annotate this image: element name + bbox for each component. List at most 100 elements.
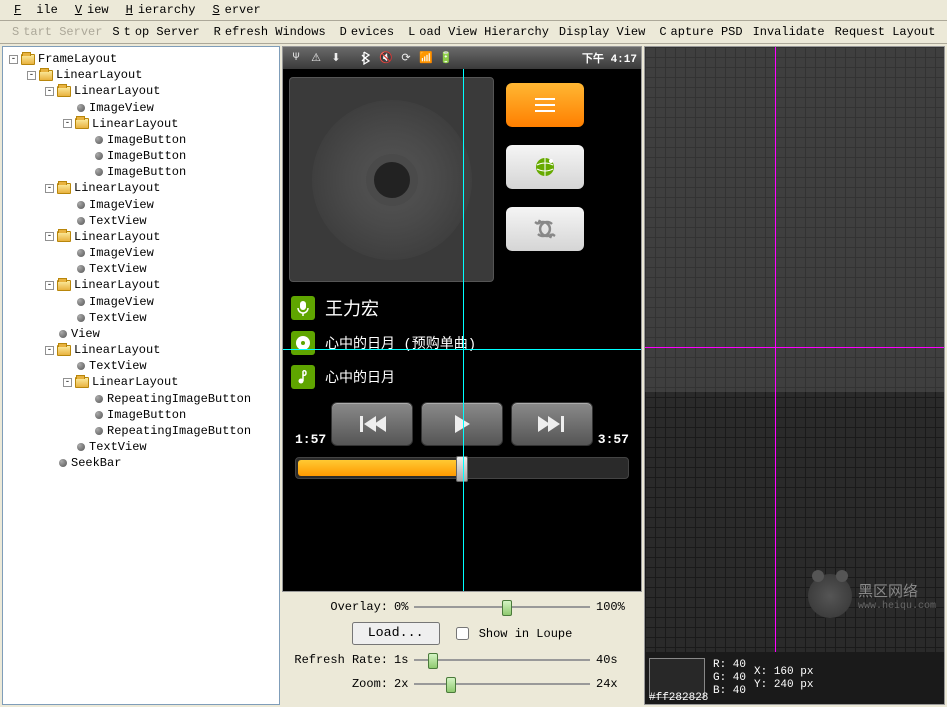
tree-item[interactable]: View [45, 326, 275, 342]
folder-icon [75, 377, 89, 388]
folder-icon [39, 70, 53, 81]
refresh-slider[interactable] [414, 651, 590, 669]
time-elapsed: 1:57 [295, 432, 326, 447]
load-button[interactable]: Load... [352, 622, 440, 645]
menu-hierarchy[interactable]: Hierarchy [116, 2, 201, 18]
tree-label: LinearLayout [74, 278, 160, 292]
tree-item[interactable]: ImageView [63, 100, 275, 116]
shuffle-button[interactable] [506, 207, 584, 251]
tree-item[interactable]: TextView [63, 439, 275, 455]
tree-item[interactable]: -LinearLayout-LinearLayoutImageView-Line… [27, 67, 275, 471]
tree-label: LinearLayout [74, 181, 160, 195]
node-icon [95, 427, 103, 435]
crosshair-horizontal [283, 349, 641, 350]
seek-bar[interactable] [295, 457, 629, 479]
tree-label: TextView [89, 359, 147, 373]
battery-icon: 🔋 [437, 50, 455, 66]
watermark-icon [808, 574, 852, 618]
loupe-crosshair-h [645, 347, 944, 348]
tree-item[interactable]: -LinearLayoutImageViewTextView [45, 229, 275, 278]
tree-item[interactable]: SeekBar [45, 455, 275, 471]
tree-label: ImageButton [107, 165, 186, 179]
start-server-button[interactable]: Start Server [4, 24, 106, 40]
tree-item[interactable]: ImageButton [81, 164, 275, 180]
readout-hex: #ff282828 [649, 692, 708, 704]
tree-toggle[interactable]: - [45, 232, 54, 241]
tree-toggle[interactable]: - [63, 378, 72, 387]
tree-label: LinearLayout [74, 343, 160, 357]
node-icon [77, 298, 85, 306]
tree-item[interactable]: ImageButton [81, 407, 275, 423]
tree-item[interactable]: RepeatingImageButton [81, 391, 275, 407]
tree-item[interactable]: -FrameLayout-LinearLayout-LinearLayoutIm… [9, 51, 275, 471]
tree-item[interactable]: RepeatingImageButton [81, 423, 275, 439]
refresh-windows-button[interactable]: Refresh Windows [206, 24, 330, 40]
status-time: 下午 4:17 [582, 50, 637, 66]
display-view-button[interactable]: Display View [555, 24, 649, 40]
tree-item[interactable]: ImageButton [81, 132, 275, 148]
zoom-label: Zoom: [292, 677, 388, 691]
usb-icon: Ψ [287, 50, 305, 66]
capture-psd-button[interactable]: Capture PSD [651, 24, 746, 40]
tree-toggle[interactable]: - [45, 87, 54, 96]
view-hierarchy-tree[interactable]: -FrameLayout-LinearLayout-LinearLayoutIm… [7, 51, 275, 471]
show-loupe-checkbox[interactable] [456, 627, 469, 640]
overlay-slider[interactable] [414, 598, 590, 616]
load-view-button[interactable]: Load View Hierarchy [400, 24, 553, 40]
tree-item[interactable]: TextView [63, 310, 275, 326]
tree-item[interactable]: - LinearLayout ImageViewTextView [45, 277, 275, 326]
folder-icon [57, 231, 71, 242]
stop-server-button[interactable]: Stop Server [108, 24, 203, 40]
node-icon [77, 104, 85, 112]
loupe-view[interactable]: 黑区网络www.heiqu.com [645, 47, 944, 652]
overlay-min: 0% [394, 600, 408, 614]
tree-toggle[interactable]: - [63, 119, 72, 128]
tree-label: ImageView [89, 246, 154, 260]
request-layout-button[interactable]: Request Layout [831, 24, 940, 40]
folder-icon [75, 118, 89, 129]
center-panel: Ψ ⚠ ⬇ 🔇 ⟳ 📶 🔋 下午 4:17 [282, 46, 642, 705]
readout-x: X: 160 px [754, 666, 813, 678]
node-icon [59, 330, 67, 338]
album-name: 心中的日月 (预购单曲) [325, 333, 476, 353]
tree-item[interactable]: TextView [63, 358, 275, 374]
tree-label: TextView [89, 214, 147, 228]
globe-button[interactable] [506, 145, 584, 189]
tree-item[interactable]: TextView [63, 213, 275, 229]
tree-toggle[interactable]: - [45, 184, 54, 193]
tree-item[interactable]: - LinearLayout ImageViewTextView [45, 180, 275, 229]
tree-item[interactable]: - LinearLayout TextView-LinearLayoutRepeat… [45, 342, 275, 455]
download-icon: ⬇ [327, 50, 345, 66]
folder-icon [21, 54, 35, 65]
tree-item[interactable]: - LinearLayout ImageView-LinearLayoutImage… [45, 83, 275, 180]
devices-button[interactable]: Devices [332, 24, 398, 40]
next-button[interactable] [511, 402, 593, 446]
invalidate-button[interactable]: Invalidate [749, 24, 829, 40]
tree-toggle[interactable]: - [27, 71, 36, 80]
tree-toggle[interactable]: - [9, 55, 18, 64]
readout-g: G: 40 [713, 672, 746, 684]
mute-icon: 🔇 [377, 50, 395, 66]
tree-item[interactable]: -LinearLayoutRepeatingImageButtonImageBu… [63, 374, 275, 439]
tree-toggle[interactable]: - [45, 346, 54, 355]
tree-label: LinearLayout [74, 84, 160, 98]
zoom-slider[interactable] [414, 675, 590, 693]
readout-b: B: 40 [713, 685, 746, 697]
menu-server[interactable]: Server [202, 2, 265, 18]
mic-icon [291, 296, 315, 320]
tree-item[interactable]: ImageView [63, 245, 275, 261]
tree-toggle[interactable]: - [45, 281, 54, 290]
menu-file[interactable]: File [4, 2, 63, 18]
tree-item[interactable]: -LinearLayoutImageButtonImageButtonImage… [63, 116, 275, 181]
time-total: 3:57 [598, 432, 629, 447]
tree-label: LinearLayout [56, 68, 142, 82]
menu-view[interactable]: View [65, 2, 114, 18]
tree-item[interactable]: ImageView [63, 197, 275, 213]
tree-item[interactable]: ImageButton [81, 148, 275, 164]
overlay-label: Overlay: [292, 600, 388, 614]
playlist-button[interactable] [506, 83, 584, 127]
tree-item[interactable]: TextView [63, 261, 275, 277]
play-button[interactable] [421, 402, 503, 446]
tree-item[interactable]: ImageView [63, 294, 275, 310]
prev-button[interactable] [331, 402, 413, 446]
